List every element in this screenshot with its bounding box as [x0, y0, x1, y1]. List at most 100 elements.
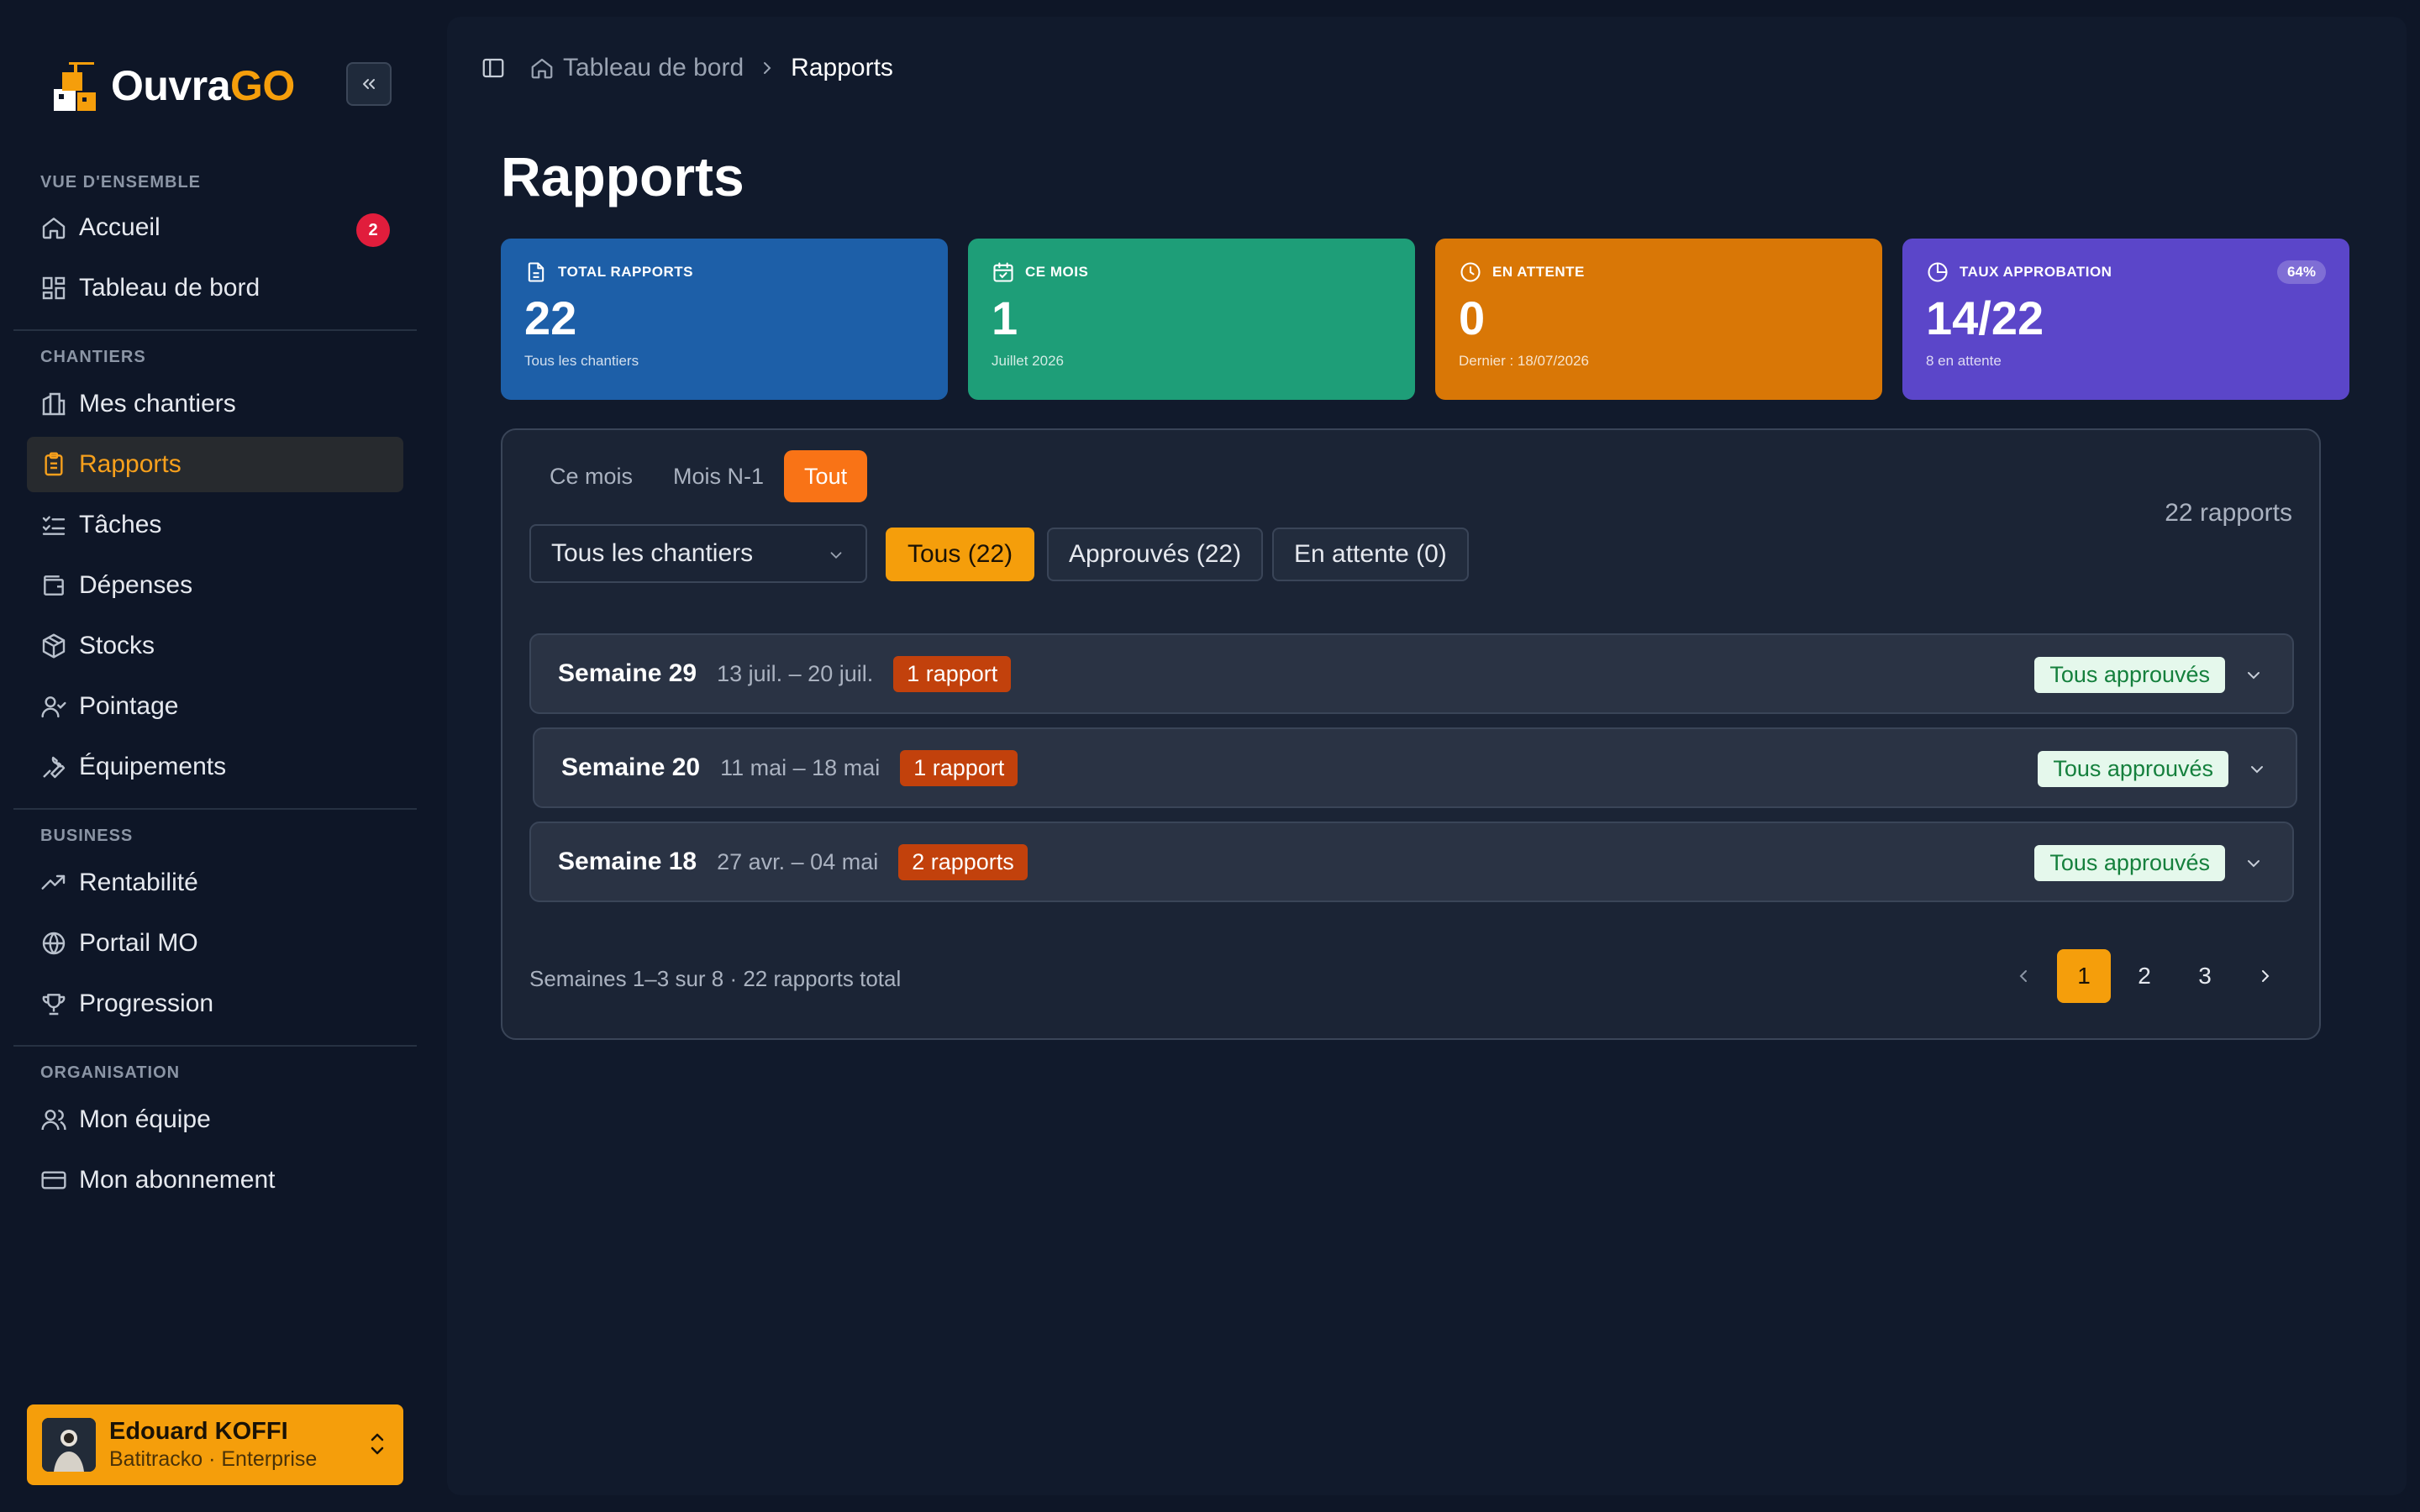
sidebar-item-stocks[interactable]: Stocks: [27, 618, 403, 674]
sidebar-item-pointage[interactable]: Pointage: [27, 679, 403, 734]
reports-count: 22 rapports: [2165, 499, 2292, 527]
filter-tous[interactable]: Tous (22): [886, 528, 1035, 581]
divider: [13, 329, 417, 331]
page-button-3[interactable]: 3: [2178, 949, 2232, 1003]
approval-percent-badge: 64%: [2276, 260, 2326, 284]
reports-panel: Ce mois Mois N-1 Tout 22 rapports Tous l…: [501, 428, 2321, 1040]
section-organisation: ORGANISATION: [40, 1063, 181, 1082]
week-title: Semaine 29: [558, 659, 697, 687]
sidebar-item-label: Pointage: [79, 692, 179, 720]
chevron-down-icon[interactable]: [2244, 665, 2264, 685]
status-badge: Tous approuvés: [2034, 657, 2225, 693]
prev-page-button[interactable]: [1996, 949, 2050, 1003]
sidebar-item-rapports[interactable]: Rapports: [27, 437, 403, 492]
chevron-down-icon[interactable]: [2247, 759, 2267, 780]
week-report-count: 1 rapport: [893, 655, 1012, 692]
page-button-2[interactable]: 2: [2118, 949, 2171, 1003]
breadcrumb: Tableau de bord Rapports: [481, 54, 893, 82]
week-dates: 27 avr. – 04 mai: [717, 848, 879, 874]
brand-logo[interactable]: OuvraGO: [50, 52, 295, 119]
pagination-info: Semaines 1–3 sur 8 · 22 rapports total: [529, 966, 902, 991]
sidebar-item-mon-abonnement[interactable]: Mon abonnement: [27, 1152, 403, 1208]
stat-value: 14/22: [1926, 291, 2044, 344]
status-badge: Tous approuvés: [2034, 845, 2225, 881]
site-select[interactable]: Tous les chantiers: [529, 524, 867, 583]
sidebar-item-depenses[interactable]: Dépenses: [27, 558, 403, 613]
sidebar-item-mon-equipe[interactable]: Mon équipe: [27, 1092, 403, 1147]
package-icon: [42, 633, 66, 659]
stat-value: 1: [992, 291, 1018, 344]
week-row[interactable]: Semaine 29 13 juil. – 20 juil. 1 rapport…: [529, 633, 2294, 714]
breadcrumb-home-link[interactable]: Tableau de bord: [563, 54, 744, 82]
sidebar-item-taches[interactable]: Tâches: [27, 497, 403, 553]
filter-en-attente[interactable]: En attente (0): [1272, 528, 1469, 581]
sidebar-item-label: Rentabilité: [79, 869, 198, 896]
filter-approuves[interactable]: Approuvés (22): [1047, 528, 1264, 581]
sidebar-item-rentabilite[interactable]: Rentabilité: [27, 855, 403, 911]
sidebar-item-label: Stocks: [79, 632, 155, 659]
brand-name: OuvraGO: [111, 62, 295, 109]
pagination: 1 2 3: [1990, 949, 2292, 1003]
section-chantiers: CHANTIERS: [40, 348, 146, 366]
sidebar-toggle-icon[interactable]: [481, 55, 506, 81]
sidebar-item-portail-mo[interactable]: Portail MO: [27, 916, 403, 971]
sidebar-item-tableau-de-bord[interactable]: Tableau de bord: [27, 260, 403, 316]
sidebar-item-label: Rapports: [79, 450, 182, 478]
stat-card-total: TOTAL RAPPORTS 22 Tous les chantiers: [501, 239, 948, 400]
sidebar-item-label: Tableau de bord: [79, 274, 260, 302]
next-page-button[interactable]: [2238, 949, 2292, 1003]
stat-card-month: CE MOIS 1 Juillet 2026: [968, 239, 1415, 400]
sidebar-item-mes-chantiers[interactable]: Mes chantiers: [27, 376, 403, 432]
sidebar-item-label: Mon équipe: [79, 1105, 211, 1133]
week-title: Semaine 18: [558, 848, 697, 875]
stat-subtitle: Juillet 2026: [992, 352, 1065, 369]
sidebar: OuvraGO VUE D'ENSEMBLE Accueil 2 Tableau…: [0, 0, 420, 1512]
chevrons-up-down-icon: [371, 1433, 384, 1455]
stat-subtitle: Tous les chantiers: [524, 352, 639, 369]
dashboard-icon: [42, 276, 66, 300]
clock-icon: [1460, 262, 1481, 282]
wallet-icon: [44, 575, 64, 596]
stat-label: TOTAL RAPPORTS: [558, 264, 693, 280]
sidebar-item-label: Équipements: [79, 753, 227, 780]
user-check-icon: [41, 696, 66, 718]
tab-ce-mois[interactable]: Ce mois: [529, 450, 653, 502]
page-title: Rapports: [501, 145, 744, 207]
home-icon: [42, 218, 66, 239]
page-button-1[interactable]: 1: [2057, 949, 2111, 1003]
week-report-count: 1 rapport: [900, 749, 1018, 786]
stat-label: EN ATTENTE: [1492, 264, 1585, 280]
credit-card-icon: [41, 1171, 66, 1189]
chevron-down-icon: [830, 552, 842, 559]
section-vue-ensemble: VUE D'ENSEMBLE: [40, 173, 202, 192]
sidebar-item-label: Mon abonnement: [79, 1166, 276, 1194]
user-name: Edouard KOFFI: [109, 1418, 288, 1445]
sidebar-item-accueil[interactable]: Accueil 2: [27, 200, 403, 255]
stat-value: 0: [1459, 291, 1486, 344]
chevron-right-icon: [764, 62, 771, 74]
wrench-icon: [43, 756, 66, 779]
period-tabs: Ce mois Mois N-1 Tout: [529, 450, 868, 502]
divider: [13, 808, 417, 810]
stat-label: TAUX APPROBATION: [1960, 264, 2112, 280]
chevron-down-icon[interactable]: [2244, 853, 2264, 874]
stat-value: 22: [524, 291, 577, 344]
sidebar-item-label: Tâches: [79, 511, 162, 538]
chevrons-left-icon: [363, 79, 375, 89]
user-menu-button[interactable]: Edouard KOFFI Batitracko · Enterprise: [27, 1404, 403, 1485]
stat-subtitle: Dernier : 18/07/2026: [1459, 352, 1589, 369]
sidebar-item-equipements[interactable]: Équipements: [27, 739, 403, 795]
user-subtitle: Batitracko · Enterprise: [109, 1447, 318, 1471]
logo-icon: [54, 62, 96, 111]
chevron-left-icon: [2019, 970, 2027, 982]
collapse-sidebar-button[interactable]: [346, 62, 392, 106]
status-badge: Tous approuvés: [2038, 751, 2228, 787]
tab-mois-n-1[interactable]: Mois N-1: [653, 450, 784, 502]
tab-tout[interactable]: Tout: [784, 450, 868, 502]
stat-label: CE MOIS: [1025, 264, 1089, 280]
clipboard-icon: [45, 452, 63, 476]
sidebar-item-progression[interactable]: Progression: [27, 976, 403, 1032]
week-row[interactable]: Semaine 20 11 mai – 18 mai 1 rapport Tou…: [533, 727, 2297, 808]
week-row[interactable]: Semaine 18 27 avr. – 04 mai 2 rapports T…: [529, 822, 2294, 902]
stat-card-approval-rate: TAUX APPROBATION 14/22 8 en attente 64%: [1902, 239, 2349, 400]
